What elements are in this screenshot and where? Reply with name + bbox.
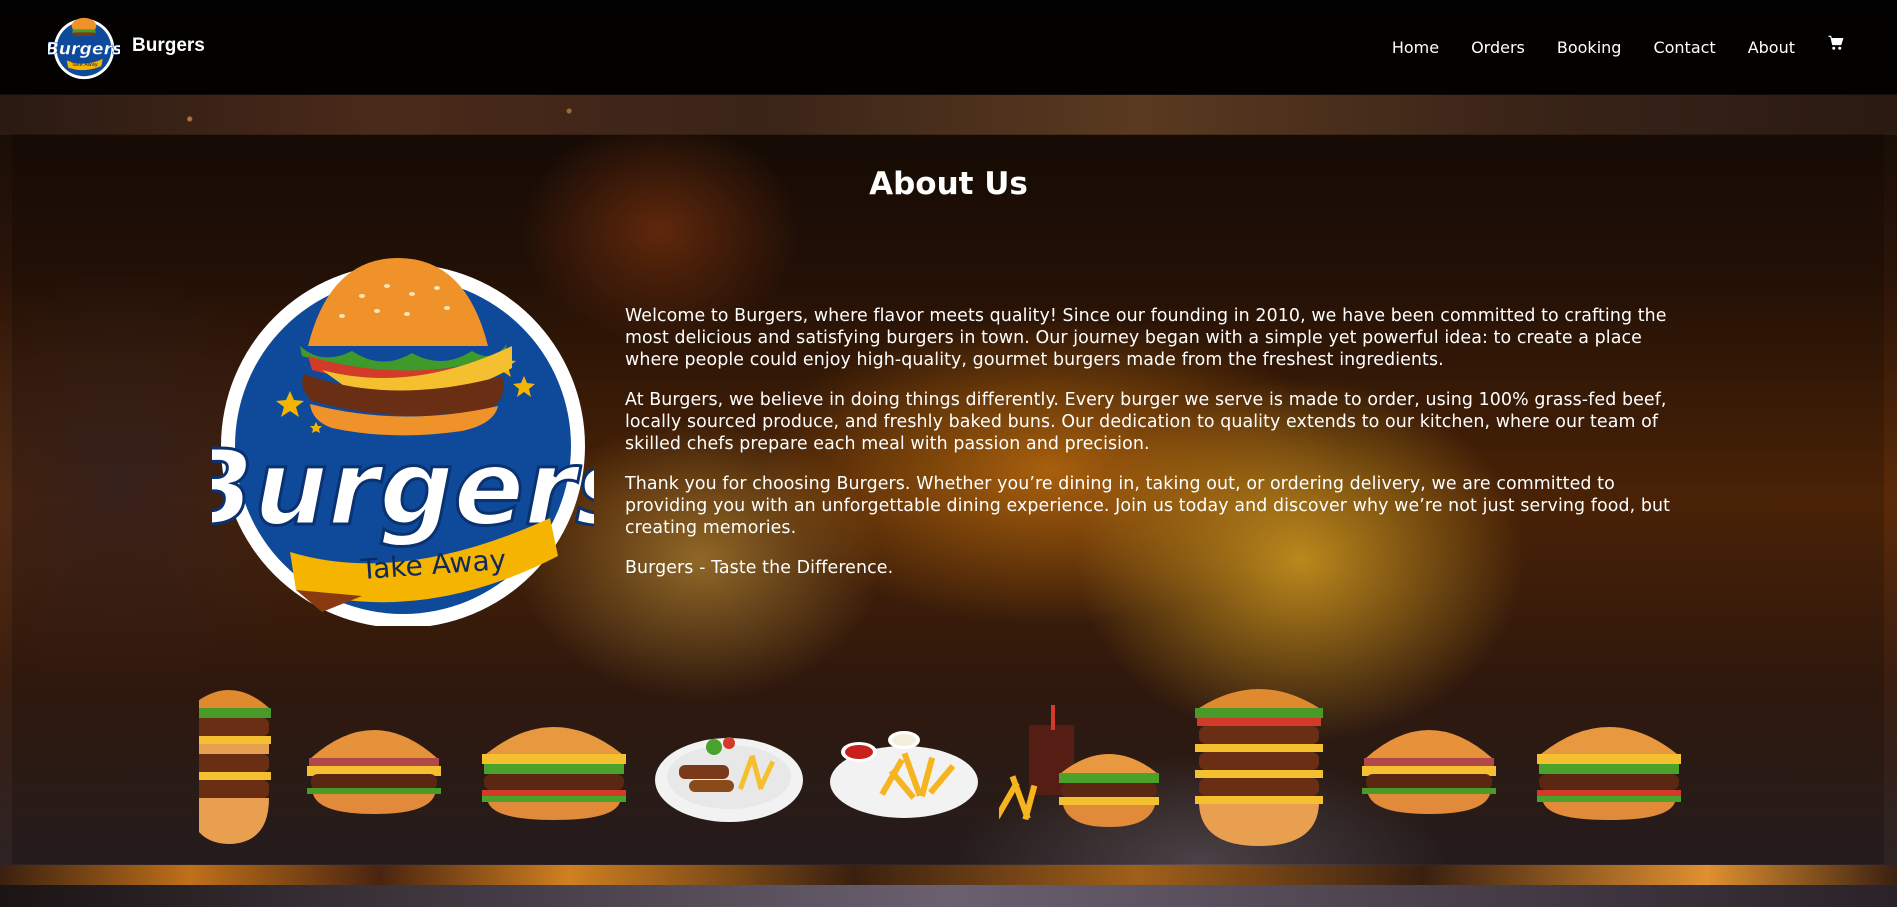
gallery-triple-burger: [199, 690, 271, 844]
gallery-kebab-plate: [655, 737, 803, 822]
page-title: About Us: [869, 166, 1028, 202]
nav-about[interactable]: About: [1748, 38, 1795, 57]
food-gallery: [199, 670, 1684, 850]
footer-edge: [0, 885, 1897, 907]
svg-text:Take Away: Take Away: [71, 62, 98, 68]
nav-orders[interactable]: Orders: [1471, 38, 1525, 57]
navbar: Burgers Take Away Burgers Home Orders Bo…: [0, 0, 1897, 94]
brand-logo[interactable]: Burgers Take Away: [48, 10, 120, 82]
gallery-cheese-burger: [482, 727, 626, 820]
about-tagline: Burgers - Taste the Difference.: [625, 558, 894, 578]
about-text: Welcome to Burgers, where flavor meets q…: [625, 305, 1685, 597]
gallery-cheese-burger-2: [1537, 727, 1681, 820]
brand[interactable]: Burgers Take Away Burgers: [48, 10, 205, 82]
gallery-burger-combo: [999, 705, 1159, 827]
nav-links: Home Orders Booking Contact About: [1392, 0, 1897, 94]
nav-contact[interactable]: Contact: [1653, 38, 1715, 57]
about-paragraph-3: Thank you for choosing Burgers. Whether …: [625, 474, 1671, 538]
svg-text:Burgers: Burgers: [48, 40, 120, 60]
gallery-bacon-burger-2: [1362, 730, 1496, 814]
gallery-fries-plate: [830, 731, 978, 818]
about-paragraph-1: Welcome to Burgers, where flavor meets q…: [625, 306, 1667, 370]
nav-home[interactable]: Home: [1392, 38, 1439, 57]
brand-name[interactable]: Burgers: [132, 35, 205, 57]
cart-icon[interactable]: [1827, 34, 1845, 52]
background-strip-top: [0, 95, 1897, 135]
about-paragraph-2: At Burgers, we believe in doing things d…: [625, 390, 1667, 454]
gallery-bacon-burger: [307, 730, 441, 814]
nav-booking[interactable]: Booking: [1557, 38, 1622, 57]
gallery-tall-burger: [1195, 689, 1323, 846]
hero-logo: Burgers Take Away: [212, 258, 594, 626]
